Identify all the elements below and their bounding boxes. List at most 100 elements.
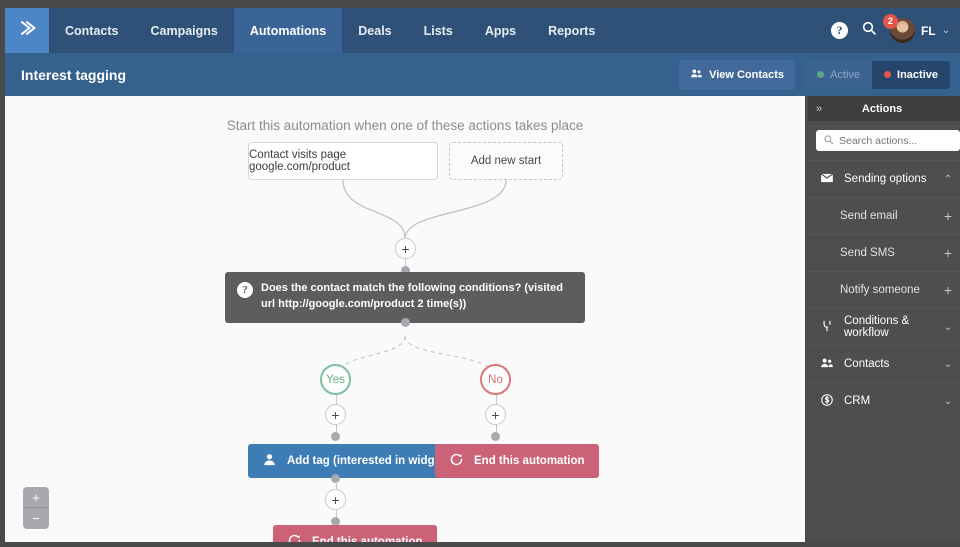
group-label: Contacts bbox=[844, 358, 934, 370]
envelope-icon bbox=[820, 171, 834, 188]
top-navigation-bar: Contacts Campaigns Automations Deals Lis… bbox=[5, 8, 960, 53]
status-option-active[interactable]: Active bbox=[805, 61, 872, 89]
action-node-end-automation-yes[interactable]: End this automation bbox=[273, 525, 437, 542]
group-label: Conditions & workflow bbox=[844, 315, 934, 339]
nav-item-reports[interactable]: Reports bbox=[532, 8, 611, 53]
action-label: Notify someone bbox=[840, 284, 944, 296]
status-inactive-label: Inactive bbox=[897, 69, 938, 81]
nav-item-contacts[interactable]: Contacts bbox=[49, 8, 134, 53]
user-menu[interactable]: 2 FL ⌄ bbox=[890, 18, 950, 43]
condition-node[interactable]: ? Does the contact match the following c… bbox=[225, 272, 585, 323]
branch-no[interactable]: No bbox=[480, 364, 511, 395]
help-button[interactable]: ? bbox=[831, 22, 848, 39]
app-logo[interactable] bbox=[5, 8, 49, 53]
add-new-start-node[interactable]: Add new start bbox=[449, 142, 563, 180]
search-button[interactable] bbox=[861, 20, 877, 41]
refresh-circle-icon bbox=[287, 533, 302, 542]
nav-item-lists[interactable]: Lists bbox=[408, 8, 469, 53]
sidebar-group-crm[interactable]: CRM ⌄ bbox=[808, 382, 960, 419]
sidebar-action-send-email[interactable]: Send email + bbox=[808, 197, 960, 234]
people-icon bbox=[820, 356, 834, 373]
zoom-controls: + − bbox=[23, 487, 49, 529]
nav-label: Contacts bbox=[65, 24, 118, 38]
add-step-button-after-tag[interactable]: + bbox=[325, 489, 346, 510]
add-new-start-label: Add new start bbox=[471, 155, 541, 167]
chevron-down-icon: ⌄ bbox=[944, 396, 952, 407]
status-toggle: Active Inactive bbox=[805, 61, 950, 89]
inactive-status-dot bbox=[884, 71, 891, 78]
chevron-down-icon: ⌄ bbox=[944, 359, 952, 370]
action-label: Send SMS bbox=[840, 247, 944, 259]
status-option-inactive[interactable]: Inactive bbox=[872, 61, 950, 89]
plus-icon[interactable]: + bbox=[944, 282, 952, 298]
search-icon bbox=[861, 20, 877, 41]
sidebar-group-conditions-workflow[interactable]: Conditions & workflow ⌄ bbox=[808, 308, 960, 345]
connector-dot bbox=[491, 432, 500, 441]
active-status-dot bbox=[817, 71, 824, 78]
search-actions-input[interactable] bbox=[839, 135, 953, 147]
add-step-button-root[interactable]: + bbox=[395, 238, 416, 259]
actions-sidebar: » Actions Sending options ⌃ Send email bbox=[808, 96, 960, 542]
action-label: Add tag (interested in widgets) bbox=[287, 455, 455, 467]
nav-label: Apps bbox=[485, 24, 516, 38]
start-node-label: Contact visits page google.com/product bbox=[249, 149, 437, 173]
person-icon bbox=[262, 452, 277, 470]
help-icon: ? bbox=[831, 22, 848, 39]
flow-caption: Start this automation when one of these … bbox=[5, 118, 805, 133]
sidebar-group-sending-options[interactable]: Sending options ⌃ bbox=[808, 160, 960, 197]
branch-yes[interactable]: Yes bbox=[320, 364, 351, 395]
condition-text: Does the contact match the following con… bbox=[261, 281, 573, 313]
plus-icon: + bbox=[401, 242, 409, 256]
chevron-down-icon: ⌄ bbox=[944, 322, 952, 333]
nav-label: Campaigns bbox=[150, 24, 217, 38]
zoom-in-button[interactable]: + bbox=[23, 487, 49, 508]
action-label: End this automation bbox=[474, 455, 585, 467]
sub-header: Interest tagging View Contacts Active bbox=[5, 53, 960, 96]
nav-right-cluster: ? 2 FL ⌄ bbox=[831, 8, 960, 53]
sub-header-actions: View Contacts Active Inactive bbox=[679, 60, 950, 90]
sidebar-header: » Actions bbox=[808, 96, 960, 121]
automation-canvas[interactable]: Start this automation when one of these … bbox=[5, 96, 805, 542]
user-initials: FL bbox=[921, 24, 936, 38]
nav-item-campaigns[interactable]: Campaigns bbox=[134, 8, 233, 53]
sidebar-action-notify-someone[interactable]: Notify someone + bbox=[808, 271, 960, 308]
plus-icon: + bbox=[491, 408, 499, 422]
view-contacts-button[interactable]: View Contacts bbox=[679, 60, 795, 90]
branch-no-label: No bbox=[488, 374, 503, 386]
view-contacts-label: View Contacts bbox=[709, 69, 784, 81]
nav-item-automations[interactable]: Automations bbox=[234, 8, 342, 53]
nav-item-deals[interactable]: Deals bbox=[342, 8, 407, 53]
plus-icon[interactable]: + bbox=[944, 208, 952, 224]
sidebar-search-wrap bbox=[808, 121, 960, 160]
search-icon bbox=[823, 132, 834, 150]
action-label: End this automation bbox=[312, 536, 423, 542]
plus-icon: + bbox=[331, 493, 339, 507]
add-step-button-yes[interactable]: + bbox=[325, 404, 346, 425]
action-node-end-automation-no[interactable]: End this automation bbox=[435, 444, 599, 478]
plus-icon[interactable]: + bbox=[944, 245, 952, 261]
connector-dot bbox=[401, 318, 410, 327]
add-step-button-no[interactable]: + bbox=[485, 404, 506, 425]
nav-item-apps[interactable]: Apps bbox=[469, 8, 532, 53]
group-label: Sending options bbox=[844, 173, 934, 185]
start-node-trigger[interactable]: Contact visits page google.com/product bbox=[248, 142, 438, 180]
dollar-circle-icon bbox=[820, 393, 834, 410]
sidebar-action-send-sms[interactable]: Send SMS + bbox=[808, 234, 960, 271]
branch-icon bbox=[820, 319, 834, 336]
sidebar-title: Actions bbox=[822, 103, 942, 115]
page-title: Interest tagging bbox=[21, 67, 126, 83]
nav-label: Reports bbox=[548, 24, 595, 38]
search-actions-box[interactable] bbox=[816, 130, 960, 151]
notification-badge[interactable]: 2 bbox=[883, 14, 898, 29]
status-active-label: Active bbox=[830, 69, 860, 81]
group-label: CRM bbox=[844, 395, 934, 407]
nav-label: Lists bbox=[424, 24, 453, 38]
refresh-circle-icon bbox=[449, 452, 464, 470]
zoom-out-button[interactable]: − bbox=[23, 508, 49, 529]
nav-label: Deals bbox=[358, 24, 391, 38]
chevron-down-icon: ⌄ bbox=[942, 25, 950, 36]
people-icon bbox=[690, 67, 703, 83]
double-chevron-right-icon bbox=[17, 18, 37, 43]
sidebar-group-contacts[interactable]: Contacts ⌄ bbox=[808, 345, 960, 382]
action-label: Send email bbox=[840, 210, 944, 222]
